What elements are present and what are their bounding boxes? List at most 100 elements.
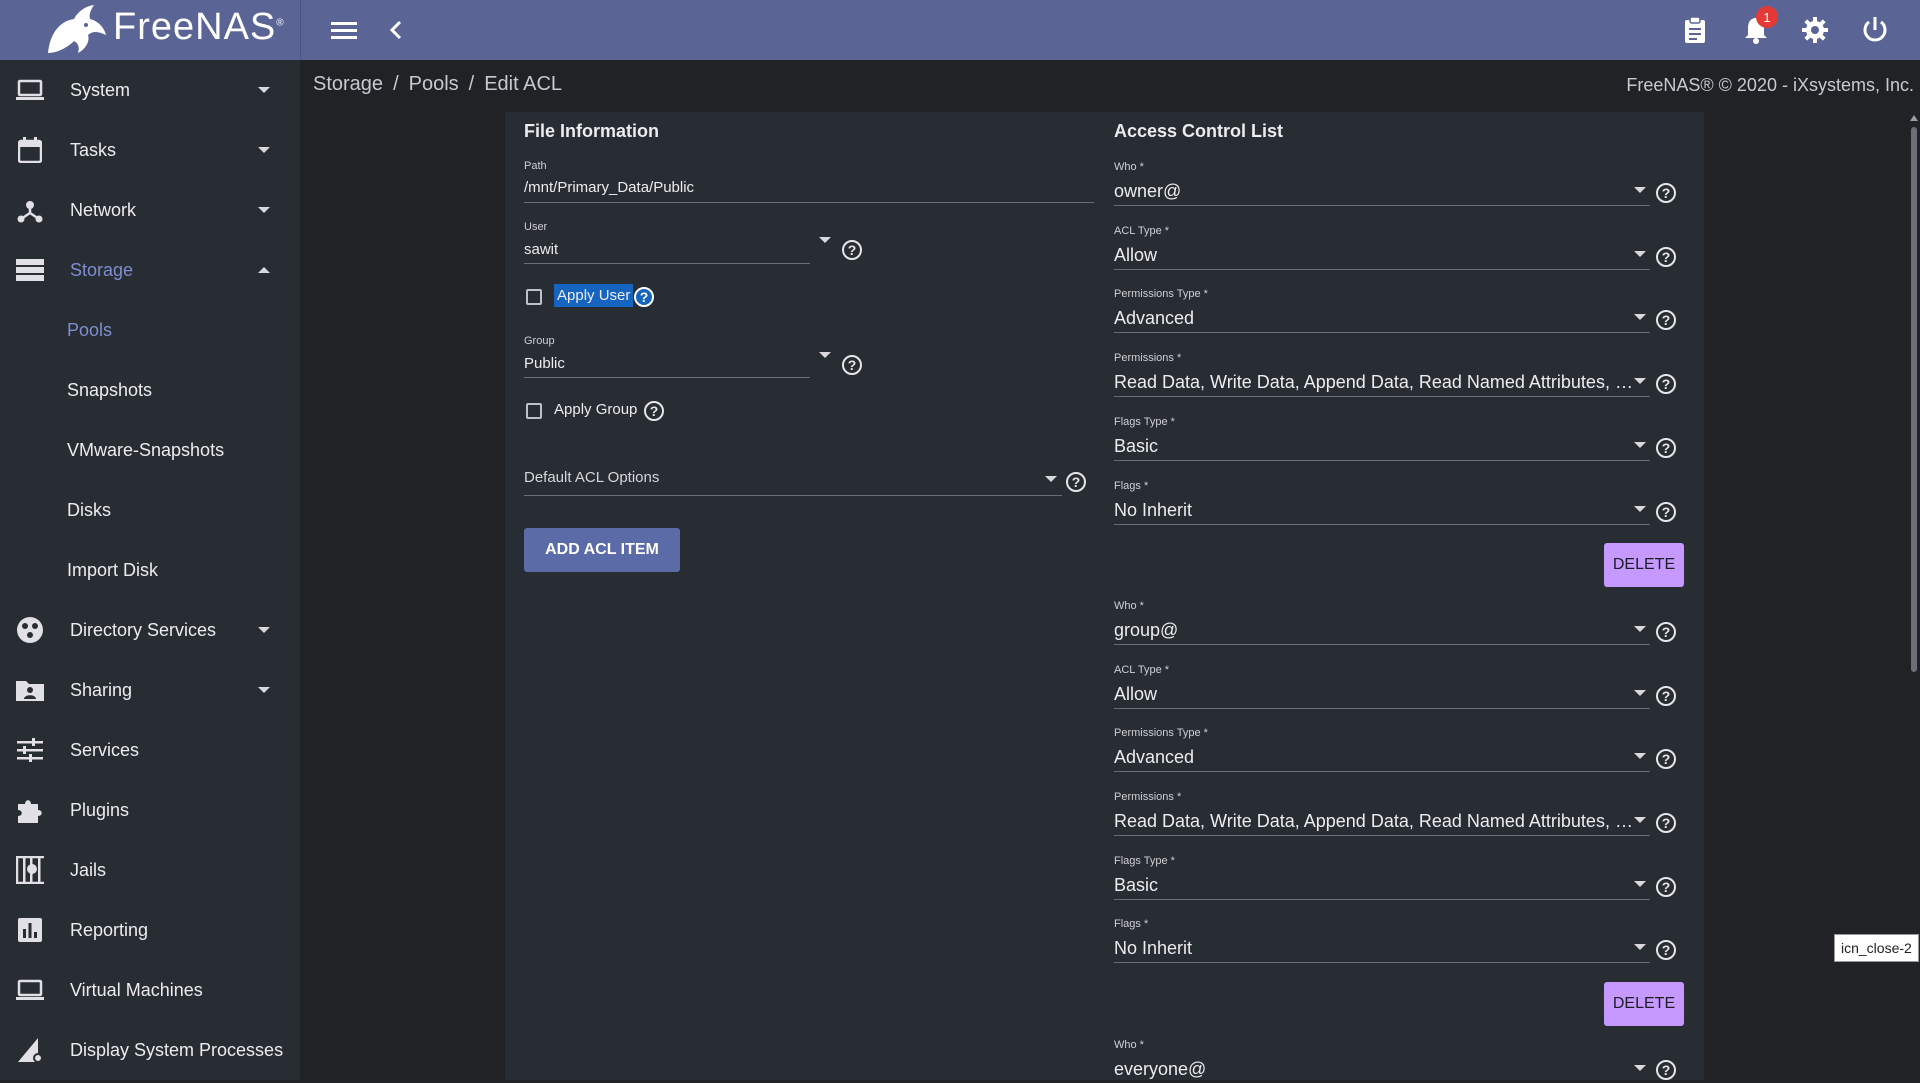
- dropdown-arrow-icon[interactable]: [1634, 690, 1646, 696]
- copyright-text: FreeNAS® © 2020 - iXsystems, Inc.: [1626, 75, 1914, 95]
- group-field[interactable]: Group Public: [524, 335, 810, 378]
- laptop-icon: [16, 76, 44, 104]
- help-icon[interactable]: ?: [1656, 438, 1676, 458]
- flags-value: No Inherit: [1114, 938, 1193, 958]
- dropdown-arrow-icon[interactable]: [1634, 314, 1646, 320]
- help-icon[interactable]: ?: [1656, 183, 1676, 203]
- apply-user-checkbox[interactable]: [526, 289, 542, 305]
- help-icon[interactable]: ?: [1656, 247, 1676, 267]
- flags-type-value: Basic: [1114, 436, 1159, 456]
- flags-field[interactable]: Flags * No Inherit: [1114, 480, 1650, 525]
- power-icon[interactable]: [1859, 14, 1891, 46]
- help-icon[interactable]: ?: [1656, 749, 1676, 769]
- dropdown-arrow-icon[interactable]: [1634, 1065, 1646, 1071]
- scroll-up-arrow-icon[interactable]: [1910, 115, 1918, 121]
- sidebar-item-network[interactable]: Network: [0, 180, 300, 240]
- breadcrumb-storage[interactable]: Storage: [313, 73, 383, 95]
- calendar-icon: [16, 136, 44, 164]
- help-icon[interactable]: ?: [1656, 502, 1676, 522]
- default-acl-help-icon[interactable]: ?: [1066, 472, 1086, 492]
- permissions-type-field[interactable]: Permissions Type * Advanced: [1114, 288, 1650, 333]
- sidebar-item-system[interactable]: System: [0, 60, 300, 120]
- gear-icon[interactable]: [1799, 14, 1831, 46]
- scrollbar-thumb[interactable]: [1911, 127, 1917, 672]
- help-icon[interactable]: ?: [1656, 686, 1676, 706]
- sidebar-item-label: Directory Services: [70, 619, 217, 640]
- acl-who-field[interactable]: Who * owner@: [1114, 161, 1650, 206]
- dropdown-arrow-icon[interactable]: [1634, 251, 1646, 257]
- acl-who-field[interactable]: Who * everyone@: [1114, 1039, 1650, 1083]
- acl-type-field[interactable]: ACL Type * Allow: [1114, 225, 1650, 270]
- delete-acl-item-button[interactable]: DELETE: [1604, 543, 1684, 587]
- help-icon[interactable]: ?: [1656, 877, 1676, 897]
- flags-type-label: Flags Type *: [1114, 855, 1175, 867]
- permissions-type-field[interactable]: Permissions Type * Advanced: [1114, 727, 1650, 772]
- add-acl-item-button[interactable]: ADD ACL ITEM: [524, 528, 680, 572]
- delete-acl-item-button[interactable]: DELETE: [1604, 982, 1684, 1026]
- user-dropdown-arrow-icon[interactable]: [819, 237, 831, 243]
- logo[interactable]: FreeNAS®: [0, 0, 301, 60]
- permissions-field[interactable]: Permissions * Read Data, Write Data, Appe…: [1114, 352, 1650, 397]
- sidebar-item-virtual-machines[interactable]: Virtual Machines: [0, 960, 300, 1020]
- user-value: sawit: [524, 241, 559, 258]
- sidebar-item-jails[interactable]: Jails: [0, 840, 300, 900]
- path-field[interactable]: Path /mnt/Primary_Data/Public: [524, 160, 1094, 203]
- chevron-left-icon[interactable]: [380, 14, 412, 46]
- sidebar-item-tasks[interactable]: Tasks: [0, 120, 300, 180]
- flags-field[interactable]: Flags * No Inherit: [1114, 918, 1650, 963]
- caret-down-icon: [258, 207, 270, 213]
- sidebar-subitem-vmware-snapshots[interactable]: VMware-Snapshots: [0, 420, 300, 480]
- help-icon[interactable]: ?: [1656, 1060, 1676, 1080]
- dropdown-arrow-icon[interactable]: [1634, 626, 1646, 632]
- help-icon[interactable]: ?: [1656, 310, 1676, 330]
- dropdown-arrow-icon[interactable]: [1634, 881, 1646, 887]
- help-icon[interactable]: ?: [1656, 813, 1676, 833]
- sidebar-item-label: Reporting: [70, 919, 149, 940]
- acl-type-label: ACL Type *: [1114, 225, 1170, 237]
- sidebar-subitem-import-disk[interactable]: Import Disk: [0, 540, 300, 600]
- dropdown-arrow-icon[interactable]: [1634, 817, 1646, 823]
- sidebar-item-storage[interactable]: Storage: [0, 240, 300, 300]
- permissions-field[interactable]: Permissions * Read Data, Write Data, Appe…: [1114, 791, 1650, 836]
- flags-type-field[interactable]: Flags Type * Basic: [1114, 416, 1650, 461]
- help-icon[interactable]: ?: [1656, 940, 1676, 960]
- apply-user-help-icon[interactable]: ?: [634, 287, 654, 307]
- sidebar-item-plugins[interactable]: Plugins: [0, 780, 300, 840]
- help-icon[interactable]: ?: [1656, 374, 1676, 394]
- flags-type-field[interactable]: Flags Type * Basic: [1114, 855, 1650, 900]
- dropdown-arrow-icon[interactable]: [1634, 506, 1646, 512]
- apply-user-label[interactable]: Apply User: [554, 284, 634, 307]
- sidebar-item-display-system-processes[interactable]: Display System Processes: [0, 1020, 300, 1080]
- sidebar-item-directory-services[interactable]: Directory Services: [0, 600, 300, 660]
- dropdown-arrow-icon[interactable]: [1634, 753, 1646, 759]
- help-icon[interactable]: ?: [1656, 622, 1676, 642]
- dropdown-arrow-icon[interactable]: [1634, 378, 1646, 384]
- sidebar-item-label: Jails: [70, 859, 107, 880]
- sidebar-subitem-pools[interactable]: Pools: [0, 300, 300, 360]
- user-field[interactable]: User sawit: [524, 221, 810, 264]
- breadcrumb: Storage / Pools / Edit ACL: [313, 73, 562, 96]
- acl-who-field[interactable]: Who * group@: [1114, 600, 1650, 645]
- default-acl-dropdown-arrow-icon[interactable]: [1045, 476, 1057, 482]
- sidebar-subitem-disks[interactable]: Disks: [0, 480, 300, 540]
- default-acl-options-select[interactable]: Default ACL Options: [524, 465, 1062, 496]
- group-help-icon[interactable]: ?: [842, 355, 862, 375]
- permissions-type-label: Permissions Type *: [1114, 727, 1208, 739]
- sidebar-item-services[interactable]: Services: [0, 720, 300, 780]
- acl-type-field[interactable]: ACL Type * Allow: [1114, 664, 1650, 709]
- dropdown-arrow-icon[interactable]: [1634, 944, 1646, 950]
- hamburger-icon[interactable]: [328, 14, 360, 46]
- scrollbar[interactable]: [1908, 115, 1920, 1080]
- dropdown-arrow-icon[interactable]: [1634, 187, 1646, 193]
- dropdown-arrow-icon[interactable]: [1634, 442, 1646, 448]
- sidebar-subitem-snapshots[interactable]: Snapshots: [0, 360, 300, 420]
- sidebar-item-sharing[interactable]: Sharing: [0, 660, 300, 720]
- clipboard-icon[interactable]: [1679, 14, 1711, 46]
- sidebar-item-reporting[interactable]: Reporting: [0, 900, 300, 960]
- apply-group-help-icon[interactable]: ?: [644, 401, 664, 421]
- breadcrumb-pools[interactable]: Pools: [409, 73, 459, 95]
- file-information-title: File Information: [524, 121, 659, 141]
- apply-group-checkbox[interactable]: [526, 403, 542, 419]
- user-help-icon[interactable]: ?: [842, 240, 862, 260]
- group-dropdown-arrow-icon[interactable]: [819, 352, 831, 358]
